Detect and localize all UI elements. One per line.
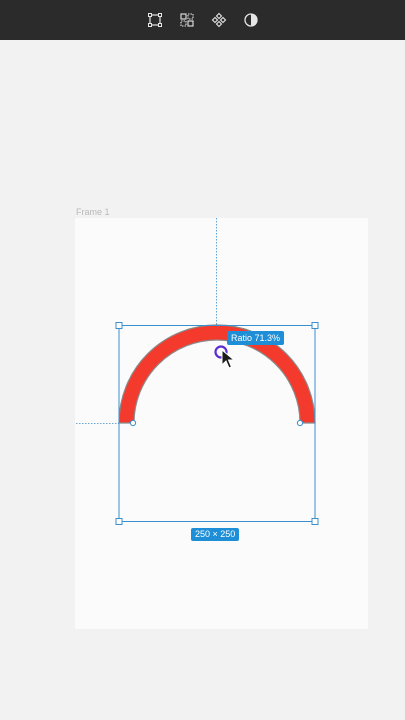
ratio-badge: Ratio 71.3% bbox=[227, 331, 285, 345]
resize-handle-bottom-left[interactable] bbox=[115, 518, 123, 525]
resize-handle-top-left[interactable] bbox=[115, 322, 123, 329]
contrast-button[interactable] bbox=[240, 9, 262, 31]
component-grid-icon bbox=[179, 13, 194, 27]
resize-handle-bottom-right[interactable] bbox=[311, 518, 319, 525]
frame-tool-button[interactable] bbox=[144, 9, 166, 31]
size-badge: 250 × 250 bbox=[191, 528, 240, 541]
arc-start-handle[interactable] bbox=[129, 419, 137, 427]
component-diamond-icon bbox=[211, 12, 226, 28]
arc-end-handle[interactable] bbox=[296, 419, 304, 427]
component-grid-button[interactable] bbox=[176, 9, 198, 31]
component-diamond-button[interactable] bbox=[208, 9, 230, 31]
frame-tool-icon bbox=[147, 13, 162, 27]
resize-handle-top-right[interactable] bbox=[311, 322, 319, 329]
frame-label[interactable]: Frame 1 bbox=[76, 207, 110, 217]
toolbar bbox=[0, 0, 405, 40]
contrast-half-icon bbox=[243, 13, 258, 27]
